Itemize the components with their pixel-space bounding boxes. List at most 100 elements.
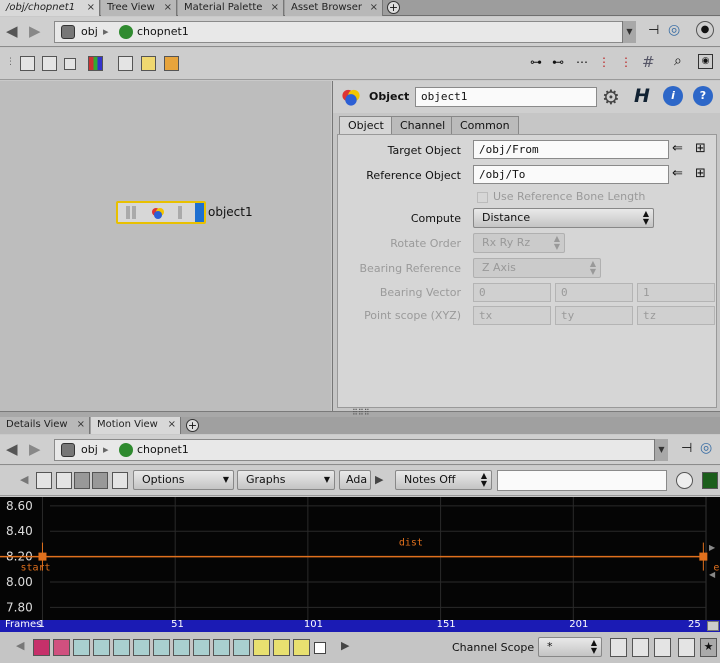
channel-filter-button[interactable] [113, 639, 130, 656]
node-flag-icon[interactable] [126, 206, 130, 219]
pin-icon[interactable]: ⊣ [648, 23, 659, 38]
operator-chooser-icon[interactable]: ⊞ [695, 166, 706, 181]
layout-b-icon[interactable]: ⊷ [552, 55, 564, 69]
close-icon[interactable]: × [370, 0, 378, 15]
pane-options-icon[interactable]: ● [696, 21, 714, 39]
bearing-reference-menu[interactable]: Z Axis ▲ ▼ [473, 258, 601, 278]
tab-tree-view[interactable]: Tree View × [101, 0, 177, 16]
replace-channels-icon[interactable] [654, 638, 671, 657]
layout-d-icon[interactable]: ⋮ [598, 55, 610, 69]
back-arrow-icon[interactable]: ◀ [6, 440, 18, 458]
motion-search-input[interactable] [497, 470, 667, 491]
node-chooser-icon[interactable]: ⇐ [672, 166, 683, 181]
node-name-field[interactable]: object1 [415, 87, 597, 107]
target-object-field[interactable]: /obj/From [473, 140, 669, 159]
layout-a-icon[interactable]: ⊶ [530, 55, 542, 69]
channel-filter-button[interactable] [273, 639, 290, 656]
add-tab-icon[interactable]: + [186, 419, 199, 432]
motion-path-field[interactable]: obj ▸ chopnet1 ▼ [54, 439, 668, 461]
close-icon[interactable]: × [87, 0, 95, 15]
graph-mode-icon[interactable] [92, 472, 108, 489]
breadcrumb-obj[interactable]: obj [81, 442, 98, 458]
grid-icon[interactable]: # [642, 53, 655, 71]
reference-object-field[interactable]: /obj/To [473, 165, 669, 184]
channel-filter-button[interactable] [53, 639, 70, 656]
sticky-note-icon[interactable] [141, 56, 156, 71]
link-icon[interactable]: ◎ [700, 440, 712, 456]
use-ref-bone-checkbox[interactable] [477, 192, 488, 203]
channel-filter-button[interactable] [253, 639, 270, 656]
channel-filter-button[interactable] [153, 639, 170, 656]
close-icon[interactable]: × [77, 417, 85, 432]
tab-details-view[interactable]: Details View × [0, 417, 90, 434]
graphs-menu[interactable]: Graphs ▼ [237, 470, 335, 490]
layout-c-icon[interactable]: ⋯ [576, 55, 588, 69]
operator-chooser-icon[interactable]: ⊞ [695, 141, 706, 156]
notes-menu[interactable]: Notes Off ▲ ▼ [395, 470, 492, 490]
gear-icon[interactable]: ⚙ [602, 85, 620, 109]
path-dropdown-icon[interactable]: ▼ [622, 21, 636, 43]
options-menu[interactable]: Options ▼ [133, 470, 234, 490]
bearing-vector-x-field[interactable]: 0 [473, 283, 551, 302]
path-field[interactable]: obj ▸ chopnet1 ▼ [54, 21, 636, 43]
forward-arrow-icon[interactable]: ▶ [29, 22, 41, 40]
list-view-icon[interactable] [20, 56, 35, 71]
pin-icon[interactable]: ⊣ [681, 441, 692, 456]
path-dropdown-icon[interactable]: ▼ [654, 439, 668, 461]
chop-node-object1[interactable] [116, 201, 206, 224]
channel-checkbox[interactable] [314, 642, 326, 654]
link-channels-icon[interactable] [56, 472, 72, 489]
frame-bar[interactable]: Frames 1 51 101 151 201 25 [0, 619, 720, 632]
color-palette-icon[interactable] [88, 56, 103, 71]
scroll-right-icon[interactable]: ▶ [375, 473, 383, 486]
refresh-icon[interactable] [678, 638, 695, 657]
info-icon[interactable]: i [663, 86, 683, 106]
remove-channels-icon[interactable] [632, 638, 649, 657]
tab-channel[interactable]: Channel [391, 116, 455, 134]
breadcrumb-obj[interactable]: obj [81, 24, 98, 40]
add-tab-icon[interactable]: + [387, 1, 400, 14]
scope-icon[interactable] [36, 472, 52, 489]
compute-menu[interactable]: Distance ▲ ▼ [473, 208, 654, 228]
forward-arrow-icon[interactable]: ▶ [29, 440, 41, 458]
split-icon[interactable] [74, 472, 90, 489]
scroll-right-icon[interactable]: ▶ [341, 639, 349, 652]
rotate-order-menu[interactable]: Rx Ry Rz ▲ ▼ [473, 233, 565, 253]
tab-motion-view[interactable]: Motion View × [91, 417, 181, 434]
point-scope-y-field[interactable]: ty [555, 306, 633, 325]
bundle-icon[interactable] [164, 56, 179, 71]
bearing-vector-z-field[interactable]: 1 [637, 283, 715, 302]
zoom-icon[interactable]: ⌕ [674, 53, 682, 69]
back-arrow-icon[interactable]: ◀ [6, 22, 18, 40]
channel-filter-button[interactable] [173, 639, 190, 656]
close-icon[interactable]: × [168, 417, 176, 432]
tab-asset-browser[interactable]: Asset Browser × [285, 0, 383, 16]
point-scope-z-field[interactable]: tz [637, 306, 715, 325]
help-icon[interactable]: ? [693, 86, 713, 106]
channel-filter-button[interactable] [73, 639, 90, 656]
tab-network[interactable]: /obj/chopnet1 × [0, 0, 100, 16]
node-flag-icon[interactable] [178, 206, 182, 219]
record-icon[interactable] [676, 472, 693, 489]
home-icon[interactable] [112, 472, 128, 489]
channel-scope-menu[interactable]: * ▲ ▼ [538, 637, 602, 657]
channel-filter-button[interactable] [233, 639, 250, 656]
display-flag-icon[interactable] [195, 203, 204, 222]
close-icon[interactable]: × [271, 0, 279, 15]
layout-e-icon[interactable]: ⋮ [620, 55, 632, 69]
node-chooser-icon[interactable]: ⇐ [672, 141, 683, 156]
scroll-left-icon[interactable]: ◀ [16, 639, 24, 652]
network-editor[interactable] [0, 81, 331, 411]
node-flag-icon[interactable] [132, 206, 136, 219]
tab-common[interactable]: Common [451, 116, 519, 134]
small-tile-icon[interactable] [64, 58, 76, 70]
drag-handle-icon[interactable]: ⠿⠿⠿ [352, 408, 370, 417]
pin-channels-icon[interactable]: ★ [700, 638, 717, 657]
ada-menu[interactable]: Ada [339, 470, 371, 490]
breadcrumb-chopnet1[interactable]: chopnet1 [137, 24, 189, 40]
channel-filter-button[interactable] [93, 639, 110, 656]
frame-bar-end-icon[interactable] [707, 621, 719, 631]
eye-icon[interactable]: ◉ [698, 54, 713, 69]
breadcrumb-chopnet1[interactable]: chopnet1 [137, 442, 189, 458]
houdini-icon[interactable]: H [634, 85, 650, 107]
